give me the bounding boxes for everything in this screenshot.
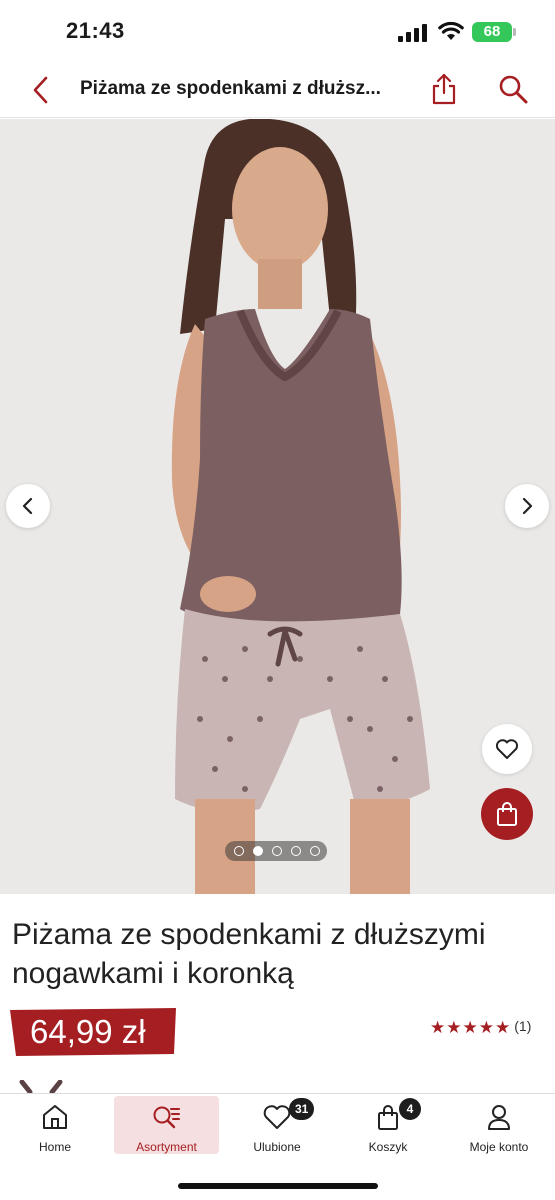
- nav-home[interactable]: Home: [0, 1094, 110, 1156]
- pagination-dot[interactable]: [234, 846, 244, 856]
- star-icon: ★: [446, 1018, 462, 1037]
- favorites-count-badge: 31: [289, 1098, 315, 1120]
- product-title: Piżama ze spodenkami z dłuższymi nogawka…: [12, 918, 486, 990]
- chevron-left-icon: [22, 497, 33, 515]
- next-image-button[interactable]: [505, 484, 549, 528]
- star-icon: ★: [495, 1018, 511, 1037]
- chevron-right-icon: [522, 497, 533, 515]
- product-rating[interactable]: ★★★★★ (1): [430, 1018, 531, 1038]
- previous-image-button[interactable]: [6, 484, 50, 528]
- image-pagination: [225, 841, 327, 861]
- page-title: Piżama ze spodenkami z dłuższ...: [80, 78, 381, 99]
- back-button[interactable]: [26, 74, 58, 106]
- product-image-gallery[interactable]: [0, 119, 555, 894]
- product-price: 64,99 zł: [30, 1013, 146, 1050]
- pagination-dot[interactable]: [272, 846, 282, 856]
- status-bar: 21:43 68: [0, 0, 555, 62]
- rating-count: (1): [514, 1018, 532, 1034]
- color-swatch[interactable]: [18, 1080, 64, 1094]
- pagination-dot-active[interactable]: [253, 846, 263, 856]
- user-icon: [488, 1105, 510, 1130]
- nav-koszyk-label: Koszyk: [368, 1140, 408, 1154]
- heart-icon: [263, 1105, 291, 1129]
- star-icon: ★: [430, 1018, 446, 1037]
- nav-asortyment[interactable]: Asortyment: [114, 1096, 219, 1154]
- chevron-left-icon: [33, 76, 48, 104]
- search-button[interactable]: [496, 72, 530, 106]
- star-icon: ★: [462, 1018, 478, 1037]
- nav-home-label: Home: [38, 1140, 71, 1154]
- price-tag: 64,99 zł: [10, 1008, 176, 1056]
- signal-icon: [398, 24, 428, 42]
- nav-ulubione[interactable]: 31 Ulubione: [222, 1094, 332, 1156]
- home-icon: [43, 1105, 67, 1129]
- share-icon: [432, 73, 456, 105]
- add-to-cart-button[interactable]: [481, 788, 533, 840]
- nav-moje-konto[interactable]: Moje konto: [444, 1094, 554, 1156]
- heart-icon: [495, 739, 519, 759]
- wifi-icon: [438, 20, 464, 42]
- catalog-search-icon: [153, 1106, 180, 1129]
- nav-moje-konto-label: Moje konto: [469, 1140, 529, 1154]
- home-indicator: [178, 1183, 378, 1189]
- top-app-bar: Piżama ze spodenkami z dłuższ...: [0, 62, 555, 118]
- product-photo: [0, 119, 555, 894]
- share-button[interactable]: [428, 72, 460, 106]
- nav-ulubione-label: Ulubione: [253, 1140, 301, 1154]
- battery-icon: 68: [472, 22, 512, 42]
- cart-count-badge: 4: [399, 1098, 421, 1120]
- search-icon: [499, 75, 528, 104]
- star-icon: ★: [478, 1018, 494, 1037]
- add-to-favorites-button[interactable]: [482, 724, 532, 774]
- status-time: 21:43: [66, 18, 125, 43]
- nav-asortyment-label: Asortyment: [136, 1140, 197, 1154]
- pagination-dot[interactable]: [310, 846, 320, 856]
- battery-tip: [513, 28, 516, 36]
- nav-koszyk[interactable]: 4 Koszyk: [333, 1094, 443, 1156]
- shopping-bag-icon: [497, 802, 517, 826]
- pagination-dot[interactable]: [291, 846, 301, 856]
